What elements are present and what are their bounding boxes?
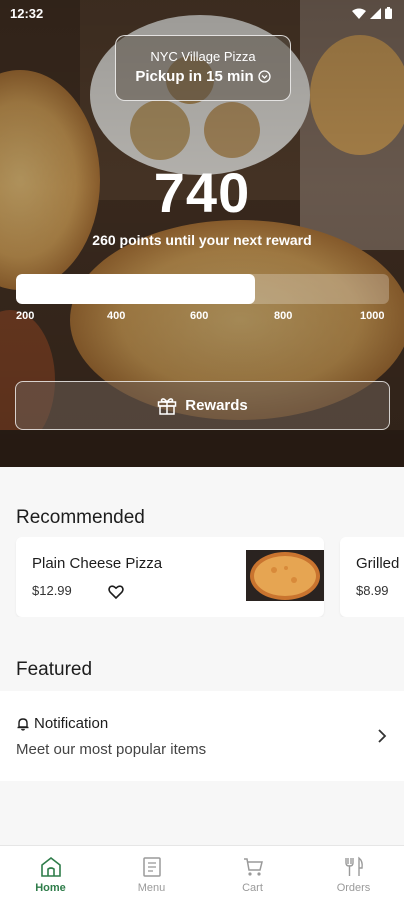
recommended-carousel[interactable]: Plain Cheese Pizza $12.99 Grilled $8.99 [0, 537, 404, 617]
points-to-next-reward: 260 points until your next reward [92, 232, 312, 248]
item-price: $12.99 [32, 583, 72, 598]
bottom-navigation: Home Menu Cart Orders [0, 845, 404, 900]
featured-item-title: Notification [34, 715, 109, 732]
tick-label: 600 [190, 310, 209, 322]
bell-icon [17, 717, 29, 731]
status-bar: 12:32 [0, 0, 404, 26]
store-name: NYC Village Pizza [150, 49, 256, 64]
rewards-hero: 12:32 NYC Village Pizza Pickup in 15 min… [0, 0, 404, 467]
featured-item-header: Notification [16, 715, 108, 732]
heart-icon[interactable] [108, 584, 124, 600]
rewards-progress-fill [16, 274, 255, 304]
nav-label: Cart [242, 882, 263, 894]
orders-icon [344, 856, 363, 876]
nav-item-menu[interactable]: Menu [101, 846, 202, 900]
battery-icon [385, 7, 392, 19]
tick-label: 1000 [360, 310, 385, 322]
nav-label: Home [35, 882, 66, 894]
tick-label: 800 [274, 310, 293, 322]
featured-title: Featured [16, 659, 93, 680]
nav-label: Orders [336, 882, 371, 894]
points-balance: 740 [153, 161, 251, 224]
signal-icon [370, 7, 381, 19]
item-name: Plain Cheese Pizza [32, 555, 163, 572]
nav-label: Menu [137, 882, 166, 894]
nav-item-cart[interactable]: Cart [202, 846, 303, 900]
menu-icon [142, 857, 161, 877]
status-time: 12:32 [10, 5, 44, 21]
featured-item-subtitle: Meet our most popular items [16, 741, 207, 758]
wifi-icon [352, 8, 366, 19]
status-icons [352, 7, 392, 19]
chevron-down-icon [258, 70, 271, 83]
item-name: Grilled [356, 555, 400, 572]
rewards-button-label: Rewards [185, 397, 248, 414]
rewards-progress-bar [16, 274, 389, 304]
cart-icon [243, 858, 263, 876]
home-content: Recommended Plain Cheese Pizza $12.99 Gr… [0, 467, 404, 845]
item-price: $8.99 [356, 583, 389, 598]
nav-item-orders[interactable]: Orders [303, 846, 404, 900]
home-icon [40, 856, 61, 877]
chevron-right-icon [378, 729, 387, 743]
tick-label: 200 [16, 310, 35, 322]
gift-icon [157, 397, 177, 415]
nav-item-home[interactable]: Home [0, 846, 101, 900]
tick-label: 400 [107, 310, 126, 322]
progress-ticks: 200 400 600 800 1000 [0, 310, 404, 326]
store-selector[interactable]: NYC Village Pizza Pickup in 15 min [115, 35, 291, 101]
recommended-item-card[interactable]: Plain Cheese Pizza $12.99 [16, 537, 324, 617]
rewards-button[interactable]: Rewards [15, 381, 390, 430]
recommended-item-card[interactable]: Grilled $8.99 [340, 537, 404, 617]
recommended-title: Recommended [16, 507, 145, 528]
pickup-label: Pickup in 15 min [135, 68, 254, 85]
featured-item-card[interactable]: Notification Meet our most popular items [0, 691, 404, 781]
pickup-time: Pickup in 15 min [116, 68, 290, 85]
item-image [246, 550, 324, 601]
